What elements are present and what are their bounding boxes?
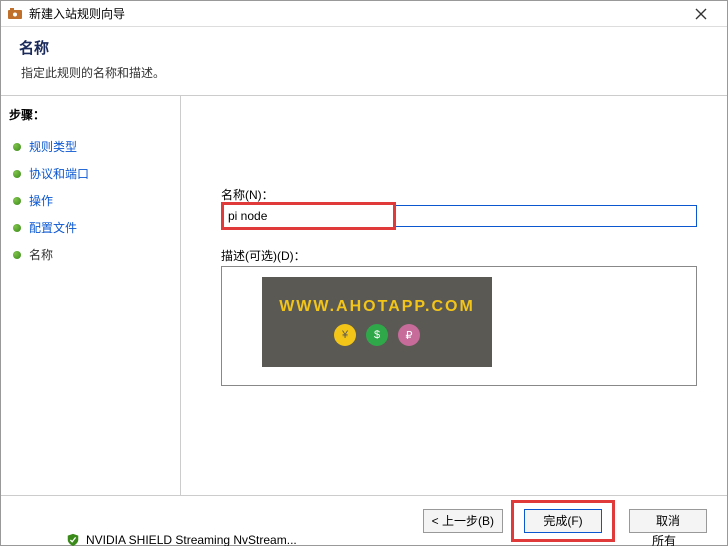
- background-filter: 所有: [652, 532, 676, 546]
- name-label: 名称(N)：: [221, 186, 697, 203]
- step-protocol-port[interactable]: 协议和端口: [9, 160, 172, 187]
- page-title: 名称: [19, 37, 709, 58]
- page-subtitle: 指定此规则的名称和描述。: [19, 64, 709, 81]
- close-icon: [695, 8, 707, 20]
- bullet-icon: [13, 170, 21, 178]
- bullet-icon: [13, 143, 21, 151]
- titlebar: 新建入站规则向导: [1, 1, 727, 27]
- background-list-row: NVIDIA SHIELD Streaming NvStream... 所有: [66, 530, 706, 546]
- description-textarea[interactable]: WWW.AHOTAPP.COM ¥ $ ₽: [221, 266, 697, 386]
- steps-list: 规则类型 协议和端口 操作 配置文件 名称: [9, 133, 172, 268]
- desc-label: 描述(可选)(D)：: [221, 247, 697, 264]
- wizard-body: 步骤： 规则类型 协议和端口 操作 配置文件 名称 名称(N)： 描述(可选)(…: [1, 96, 727, 495]
- step-profile[interactable]: 配置文件: [9, 214, 172, 241]
- wizard-header: 名称 指定此规则的名称和描述。: [1, 27, 727, 96]
- name-highlight: [221, 202, 396, 230]
- app-icon: [7, 6, 23, 22]
- bullet-icon: [13, 197, 21, 205]
- name-row: [221, 205, 697, 233]
- step-action[interactable]: 操作: [9, 187, 172, 214]
- back-button[interactable]: < 上一步(B): [423, 509, 503, 533]
- step-rule-type[interactable]: 规则类型: [9, 133, 172, 160]
- cancel-button[interactable]: 取消: [629, 509, 707, 533]
- form-area: 名称(N)： 描述(可选)(D)： WWW.AHOTAPP.COM ¥ $ ₽: [181, 96, 727, 495]
- step-name: 名称: [9, 241, 172, 268]
- steps-heading: 步骤：: [9, 106, 172, 123]
- shield-check-icon: [66, 533, 80, 546]
- bullet-icon: [13, 251, 21, 259]
- watermark-dots: ¥ $ ₽: [334, 324, 420, 346]
- window-title: 新建入站规则向导: [29, 5, 681, 22]
- currency-icon: ¥: [334, 324, 356, 346]
- currency-icon: ₽: [398, 324, 420, 346]
- bullet-icon: [13, 224, 21, 232]
- watermark: WWW.AHOTAPP.COM ¥ $ ₽: [262, 277, 492, 367]
- currency-icon: $: [366, 324, 388, 346]
- wizard-window: 新建入站规则向导 名称 指定此规则的名称和描述。 步骤： 规则类型 协议和端口 …: [0, 0, 728, 546]
- background-row-text: NVIDIA SHIELD Streaming NvStream...: [86, 533, 652, 546]
- close-button[interactable]: [681, 1, 721, 26]
- finish-button[interactable]: 完成(F): [524, 509, 602, 533]
- steps-sidebar: 步骤： 规则类型 协议和端口 操作 配置文件 名称: [1, 96, 181, 495]
- watermark-url: WWW.AHOTAPP.COM: [279, 298, 475, 316]
- name-input[interactable]: [224, 205, 393, 227]
